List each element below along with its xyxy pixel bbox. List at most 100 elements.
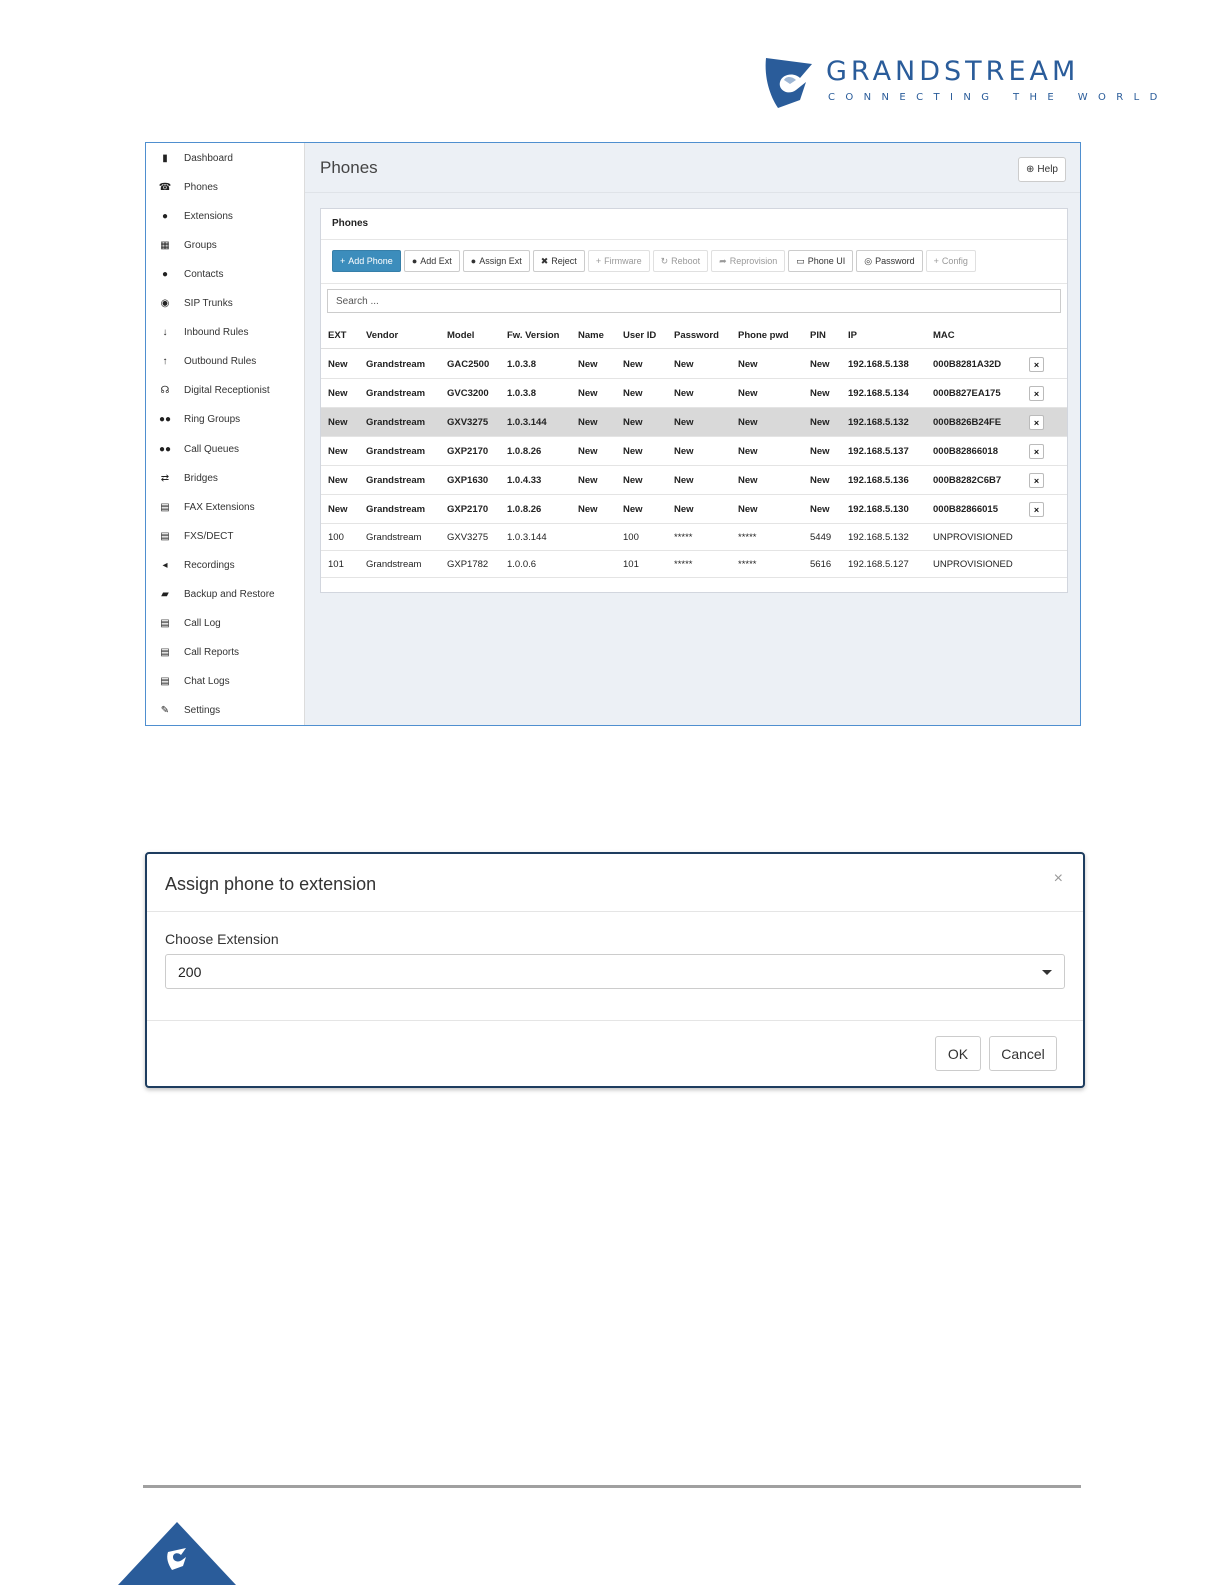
sidebar-item-call-queues[interactable]: ●● Call Queues <box>146 438 304 460</box>
delete-row-button[interactable]: × <box>1029 502 1044 517</box>
table-cell: ***** <box>674 558 693 570</box>
sidebar-item-label: Chat Logs <box>184 676 230 688</box>
divider <box>147 911 1083 912</box>
extension-select[interactable]: 200 <box>165 954 1065 989</box>
toolbar-button-label: Add Ext <box>420 256 452 266</box>
page-header: Phones ⊕ Help <box>305 143 1080 193</box>
column-header[interactable]: Model <box>447 322 474 348</box>
exchange-icon: ⇄ <box>160 472 170 484</box>
table-row[interactable]: New Grandstream GXP1630 1.0.4.33 New New New Ne… <box>321 466 1067 495</box>
table-cell: New <box>578 445 598 457</box>
arrow-down-icon: ↓ <box>162 327 168 339</box>
reboot-button[interactable]: ↻ Reboot <box>652 250 709 272</box>
plus-icon: + <box>595 256 602 266</box>
column-header[interactable]: IP <box>848 322 857 348</box>
table-cell: GXV3275 <box>447 531 489 543</box>
table-header-row: EXT Vendor Model Fw. Version Name User ID Pass… <box>321 322 1067 349</box>
fax-icon: ▤ <box>160 530 170 542</box>
sidebar-item-phones[interactable]: ☎ Phones <box>146 176 304 198</box>
sidebar-item-settings[interactable]: ✎ Settings <box>146 700 304 722</box>
table-row[interactable]: New Grandstream GXP2170 1.0.8.26 New New New Ne… <box>321 437 1067 466</box>
column-header[interactable]: Fw. Version <box>507 322 559 348</box>
table-row[interactable]: New Grandstream GXV3275 1.0.3.144 New New New N… <box>321 408 1067 437</box>
toolbar-button-label: Reject <box>551 256 577 266</box>
sidebar-item-ring-groups[interactable]: ●● Ring Groups <box>146 409 304 431</box>
column-header[interactable]: Phone pwd <box>738 322 789 348</box>
toolbar-button-label: Password <box>875 256 915 266</box>
sidebar-item-call-log[interactable]: ▤ Call Log <box>146 613 304 635</box>
column-header[interactable]: MAC <box>933 322 955 348</box>
table-row[interactable]: New Grandstream GVC3200 1.0.3.8 New New New New… <box>321 379 1067 408</box>
delete-row-button[interactable]: × <box>1029 473 1044 488</box>
sidebar-item-sip-trunks[interactable]: ◉ SIP Trunks <box>146 293 304 315</box>
sidebar-item-groups[interactable]: ▦ Groups <box>146 234 304 256</box>
delete-row-button[interactable]: × <box>1029 444 1044 459</box>
table-cell: New <box>623 358 643 370</box>
column-header[interactable]: Password <box>674 322 719 348</box>
table-cell: Grandstream <box>366 503 426 515</box>
help-button[interactable]: ⊕ Help <box>1018 157 1066 182</box>
close-icon[interactable]: × <box>1054 870 1063 888</box>
add-ext-button[interactable]: ● Add Ext <box>403 250 460 272</box>
sidebar-item-chat-logs[interactable]: ▤ Chat Logs <box>146 671 304 693</box>
sidebar-item-digital-receptionist[interactable]: ☊ Digital Receptionist <box>146 380 304 402</box>
table-cell: 000B82866018 <box>933 445 998 457</box>
sidebar-item-bridges[interactable]: ⇄ Bridges <box>146 467 304 489</box>
delete-row-button[interactable]: × <box>1029 386 1044 401</box>
column-header[interactable]: EXT <box>328 322 346 348</box>
sidebar-item-label: FXS/DECT <box>184 530 234 542</box>
sidebar: ▮ Dashboard ☎ Phones ● Extensions ▦ Groups ● Cont… <box>146 143 305 725</box>
delete-row-button[interactable]: × <box>1029 415 1044 430</box>
table-cell: New <box>674 416 694 428</box>
table-cell: New <box>810 387 830 399</box>
phone-ui-button[interactable]: ▭ Phone UI <box>788 250 854 272</box>
column-header[interactable]: Name <box>578 322 604 348</box>
table-cell: Grandstream <box>366 531 422 543</box>
divider <box>321 239 1067 240</box>
sidebar-item-recordings[interactable]: ◂ Recordings <box>146 554 304 576</box>
choose-extension-label: Choose Extension <box>165 931 279 947</box>
sidebar-item-inbound-rules[interactable]: ↓ Inbound Rules <box>146 322 304 344</box>
sidebar-item-fxs-dect[interactable]: ▤ FXS/DECT <box>146 525 304 547</box>
sidebar-item-backup-and-restore[interactable]: ▰ Backup and Restore <box>146 584 304 606</box>
plus-icon: + <box>340 256 346 266</box>
table-cell: UNPROVISIONED <box>933 531 1013 543</box>
sidebar-item-outbound-rules[interactable]: ↑ Outbound Rules <box>146 351 304 373</box>
refresh-icon: ↻ <box>660 255 669 266</box>
column-header[interactable]: Vendor <box>366 322 398 348</box>
table-cell: Grandstream <box>366 474 426 486</box>
column-header[interactable]: User ID <box>623 322 656 348</box>
config-button[interactable]: + Config <box>925 250 976 272</box>
sidebar-item-fax-extensions[interactable]: ▤ FAX Extensions <box>146 496 304 518</box>
arrow-up-icon: ↑ <box>162 356 168 368</box>
table-cell: Grandstream <box>366 558 422 570</box>
reject-button[interactable]: ✖ Reject <box>532 250 585 272</box>
password-button[interactable]: ◎ Password <box>856 250 923 272</box>
add-phone-button[interactable]: + Add Phone <box>332 250 401 272</box>
sidebar-item-dashboard[interactable]: ▮ Dashboard <box>146 147 304 169</box>
ok-button[interactable]: OK <box>935 1036 981 1071</box>
table-cell: New <box>328 387 348 399</box>
reprovision-button[interactable]: ➦ Reprovision <box>711 250 786 272</box>
assign-ext-button[interactable]: ● Assign Ext <box>462 250 530 272</box>
firmware-button[interactable]: + Firmware <box>587 250 650 272</box>
sidebar-item-label: Contacts <box>184 268 224 280</box>
sidebar-item-contacts[interactable]: ● Contacts <box>146 263 304 285</box>
delete-row-button[interactable]: × <box>1029 357 1044 372</box>
search-input[interactable] <box>327 289 1061 313</box>
table-cell: New <box>578 503 598 515</box>
table-cell: New <box>810 474 830 486</box>
column-header[interactable]: PIN <box>810 322 826 348</box>
cancel-button[interactable]: Cancel <box>989 1036 1057 1071</box>
table-row[interactable]: 101 Grandstream GXP1782 1.0.0.6 101 ***** ****… <box>321 551 1067 578</box>
table-row[interactable]: New Grandstream GXP2170 1.0.8.26 New New New Ne… <box>321 495 1067 524</box>
sidebar-item-extensions[interactable]: ● Extensions <box>146 205 304 227</box>
table-cell: 000B827EA175 <box>933 387 1001 399</box>
sidebar-item-call-reports[interactable]: ▤ Call Reports <box>146 642 304 664</box>
assign-extension-dialog: Assign phone to extension × Choose Exten… <box>145 852 1085 1088</box>
table-row[interactable]: 100 Grandstream GXV3275 1.0.3.144 100 ***** **… <box>321 524 1067 551</box>
table-row[interactable]: New Grandstream GAC2500 1.0.3.8 New New New New… <box>321 350 1067 379</box>
table-cell: GXP2170 <box>447 445 489 457</box>
sidebar-item-label: Extensions <box>184 210 233 222</box>
sidebar-item-label: Settings <box>184 705 221 717</box>
